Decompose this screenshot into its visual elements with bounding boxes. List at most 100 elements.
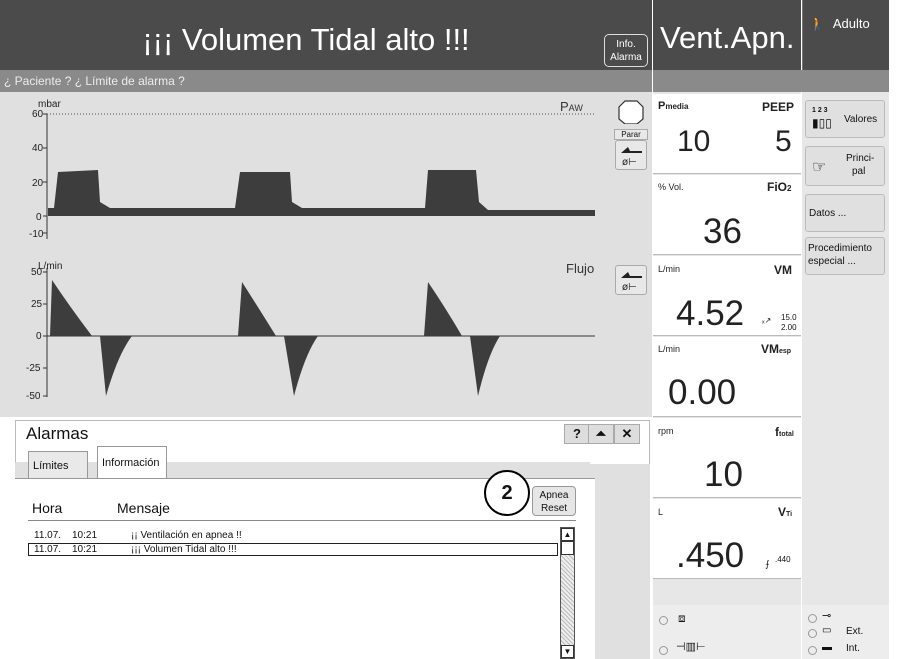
- log-time: 10:21: [72, 530, 98, 541]
- vti-limit: .440: [775, 555, 791, 564]
- header-divider: [28, 520, 576, 521]
- filter-icon: ⊣▥⊢: [676, 641, 706, 653]
- person-icon: 🚶: [809, 16, 826, 31]
- tab-divider: [167, 478, 595, 479]
- vmesp-value: 0.00: [668, 373, 737, 412]
- scroll-thumb[interactable]: [561, 541, 574, 555]
- vm-label: VM: [774, 263, 792, 277]
- status-indicator: [659, 646, 668, 655]
- battery-ext-icon: ▭: [822, 625, 832, 636]
- info-alarm-button[interactable]: Info. Alarma: [604, 34, 648, 67]
- fio2-value: 36: [703, 212, 742, 251]
- fio2-label: FiO2: [767, 180, 792, 194]
- vm-value: 4.52: [676, 294, 745, 333]
- pressure-waveform: [48, 170, 595, 216]
- peep-label: PEEP: [762, 100, 795, 114]
- vti-unit: L: [658, 507, 664, 517]
- help-button[interactable]: ?: [564, 424, 590, 444]
- stop-label: Parar: [614, 129, 648, 140]
- valores-button[interactable]: 1 2 3 ▮▯▯ Valores: [805, 100, 885, 138]
- collapse-button[interactable]: ⏶: [588, 424, 614, 444]
- svg-text:ø⊢: ø⊢: [622, 282, 637, 293]
- info-alarm-label-2: Alarma: [610, 52, 642, 63]
- plug-icon: ⊸: [822, 610, 832, 622]
- log-message: ¡¡¡ Volumen Tidal alto !!!: [131, 544, 237, 555]
- status-indicator: [808, 646, 817, 655]
- status-indicator: [659, 616, 668, 625]
- valores-label: Valores: [844, 114, 878, 125]
- alarm-panel-title: Alarmas: [26, 424, 89, 443]
- column-header-mensaje: Mensaje: [117, 500, 170, 516]
- vm-limit-icon: ₓ↗: [762, 316, 772, 325]
- scroll-down-arrow[interactable]: ▼: [561, 645, 574, 658]
- mode-subbar: [653, 70, 889, 92]
- close-button[interactable]: ✕: [614, 424, 640, 444]
- flow-waveform: [50, 280, 500, 396]
- vm-unit: L/min: [658, 264, 681, 274]
- datos-button[interactable]: Datos ...: [805, 194, 885, 232]
- patient-type-label: Adulto: [832, 16, 870, 31]
- status-subtitle: ¿ Paciente ? ¿ Límite de alarma ?: [4, 74, 185, 88]
- log-time: 10:21: [72, 544, 98, 555]
- flow-tick: -25: [26, 363, 41, 374]
- info-alarm-label-1: Info.: [616, 39, 636, 50]
- procedimiento-label-2: especial ...: [808, 256, 856, 267]
- callout-badge: 2: [484, 470, 530, 516]
- vm-low-limit: 2.00: [781, 323, 797, 332]
- tab-informacion[interactable]: Información: [97, 446, 167, 479]
- patient-type[interactable]: 🚶 Adulto: [809, 16, 870, 32]
- log-date: 11.07.: [34, 530, 62, 541]
- freeze-curve-button[interactable]: ø⊢: [615, 140, 647, 170]
- peep-value: 5: [775, 125, 792, 158]
- stop-button[interactable]: Parar: [614, 98, 648, 140]
- vti-value: .450: [676, 536, 745, 575]
- stop-octagon-icon: [618, 100, 644, 125]
- log-date: 11.07.: [34, 544, 62, 555]
- column-header-hora: Hora: [32, 500, 63, 516]
- bars-icon: ▮▯▯: [812, 116, 832, 130]
- pmedia-label: Pmedia: [658, 100, 689, 112]
- datos-label: Datos ...: [809, 208, 847, 219]
- waveform-svg: [43, 113, 595, 397]
- valores-numbers: 1 2 3: [812, 107, 828, 114]
- principal-label-2: pal: [852, 166, 866, 177]
- vti-label: VTi: [778, 505, 793, 519]
- principal-label-1: Princi-: [846, 153, 875, 164]
- ftotal-value: 10: [704, 455, 743, 494]
- apnea-reset-button[interactable]: Apnea Reset: [532, 486, 576, 516]
- battery-ext-label: Ext.: [846, 626, 864, 637]
- curve-freeze-icon: ø⊢: [621, 272, 642, 293]
- ftotal-label: ftotal: [775, 425, 794, 439]
- fio2-unit: % Vol.: [658, 182, 684, 192]
- log-row[interactable]: 11.07. 10:21 ¡¡ Ventilación en apnea !!: [28, 530, 558, 543]
- flow-tick: 25: [31, 299, 43, 310]
- status-indicator: [808, 614, 817, 623]
- vm-high-limit: 15.0: [781, 313, 797, 322]
- ventilation-mode: Vent.Apn.: [660, 20, 795, 55]
- log-message: ¡¡ Ventilación en apnea !!: [131, 530, 242, 541]
- curve-freeze-icon: ø⊢: [621, 147, 642, 168]
- ftotal-unit: rpm: [658, 426, 674, 436]
- flow-tick: -50: [26, 391, 41, 402]
- procedimiento-button[interactable]: Procedimiento especial ...: [805, 237, 885, 275]
- vti-limit-icon: ⨍: [765, 559, 770, 569]
- pmedia-value: 10: [677, 125, 711, 158]
- apnea-label: Apnea: [539, 490, 569, 501]
- flow-tick: 0: [36, 331, 42, 342]
- freeze-flow-button[interactable]: ø⊢: [615, 265, 647, 295]
- battery-int-icon: ▬: [822, 642, 832, 653]
- battery-int-label: Int.: [846, 643, 860, 654]
- scroll-up-arrow[interactable]: ▲: [561, 528, 574, 541]
- vmesp-label: VMesp: [761, 342, 792, 356]
- vmesp-unit: L/min: [658, 344, 681, 354]
- svg-text:ø⊢: ø⊢: [622, 157, 637, 168]
- humidifier-icon: ⧈: [678, 611, 686, 625]
- procedimiento-label-1: Procedimiento: [808, 243, 872, 254]
- principal-button[interactable]: ☞ Princi- pal: [805, 146, 885, 186]
- status-indicator: [808, 629, 817, 638]
- log-row-selected[interactable]: 11.07. 10:21 ¡¡¡ Volumen Tidal alto !!!: [28, 543, 558, 556]
- alarm-title: ¡¡¡ Volumen Tidal alto !!!: [142, 22, 470, 57]
- flow-tick: 50: [31, 267, 43, 278]
- tab-limites[interactable]: Límites: [28, 451, 88, 478]
- flow-name: Flujo: [566, 261, 595, 276]
